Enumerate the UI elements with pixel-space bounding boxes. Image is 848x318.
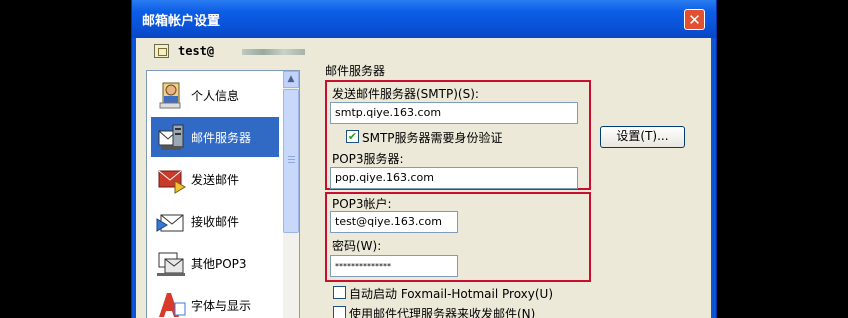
password-label: 密码(W): [332, 239, 382, 253]
scroll-thumb[interactable] [283, 89, 299, 233]
pop3-account-input[interactable]: test@qiye.163.com [330, 211, 458, 233]
close-icon: ✕ [688, 11, 701, 29]
account-name: test@ [178, 44, 215, 58]
nav-item-personal-info[interactable]: 个人信息 [151, 75, 279, 115]
nav-item-label: 发送邮件 [191, 173, 240, 187]
nav-scrollbar[interactable]: ▲ [283, 71, 299, 318]
proxy-auto-label: 自动启动 Foxmail-Hotmail Proxy(U) [349, 287, 554, 301]
check-icon: ✔ [347, 130, 358, 143]
nav-item-label: 字体与显示 [191, 299, 252, 313]
nav-item-label: 邮件服务器 [191, 131, 252, 145]
mail-server-icon [158, 124, 184, 150]
nav-item-label: 其他POP3 [191, 257, 247, 271]
smtp-auth-label: SMTP服务器需要身份验证 [362, 131, 503, 145]
nav-item-label: 接收邮件 [191, 215, 240, 229]
receive-mail-icon [156, 214, 184, 232]
pop3-account-label: POP3帐户: [332, 197, 392, 211]
pop3-server-label: POP3服务器: [332, 152, 404, 166]
nav-item-font-display[interactable]: 字体与显示 [151, 285, 279, 318]
smtp-server-input[interactable]: smtp.qiye.163.com [330, 102, 578, 124]
smtp-server-label: 发送邮件服务器(SMTP)(S): [332, 87, 479, 101]
pop3-icon [157, 252, 185, 276]
dialog-body: test@ 个人信息 邮件服务器 发送邮件 接收邮件 其他POP3 字体与显示 … [136, 38, 711, 318]
section-title: 邮件服务器 [325, 64, 386, 78]
proxy-auto-checkbox[interactable] [333, 286, 346, 299]
smtp-settings-button[interactable]: 设置(T)... [600, 126, 685, 148]
use-proxy-checkbox[interactable] [333, 306, 346, 318]
nav-item-receive-mail[interactable]: 接收邮件 [151, 201, 279, 241]
redacted-domain [242, 49, 305, 55]
grip-line [288, 162, 295, 163]
window-title: 邮箱帐户设置 [142, 14, 221, 29]
nav-item-other-pop3[interactable]: 其他POP3 [151, 243, 279, 283]
settings-nav-list[interactable]: 个人信息 邮件服务器 发送邮件 接收邮件 其他POP3 字体与显示 ▲ [146, 70, 300, 318]
account-icon [154, 44, 169, 58]
smtp-auth-checkbox[interactable]: ✔ [346, 130, 359, 143]
nav-item-label: 个人信息 [191, 89, 240, 103]
close-button[interactable]: ✕ [684, 9, 705, 30]
nav-item-send-mail[interactable]: 发送邮件 [151, 159, 279, 199]
pop3-server-input[interactable]: pop.qiye.163.com [330, 167, 578, 189]
account-settings-dialog: 邮箱帐户设置 ✕ test@ 个人信息 邮件服务器 发送邮件 接收邮件 其他PO… [131, 0, 717, 318]
password-input[interactable]: ************** [330, 255, 458, 277]
grip-line [288, 159, 295, 160]
font-icon [159, 293, 186, 317]
scroll-up-button[interactable]: ▲ [283, 71, 299, 88]
title-bar[interactable]: 邮箱帐户设置 ✕ [132, 0, 716, 38]
nav-item-mail-server[interactable]: 邮件服务器 [151, 117, 279, 157]
use-proxy-label: 使用邮件代理服务器来收发邮件(N) [349, 307, 536, 318]
person-icon [159, 82, 181, 109]
grip-line [288, 156, 295, 157]
chevron-up-icon: ▲ [287, 74, 295, 84]
send-mail-icon [158, 170, 186, 194]
